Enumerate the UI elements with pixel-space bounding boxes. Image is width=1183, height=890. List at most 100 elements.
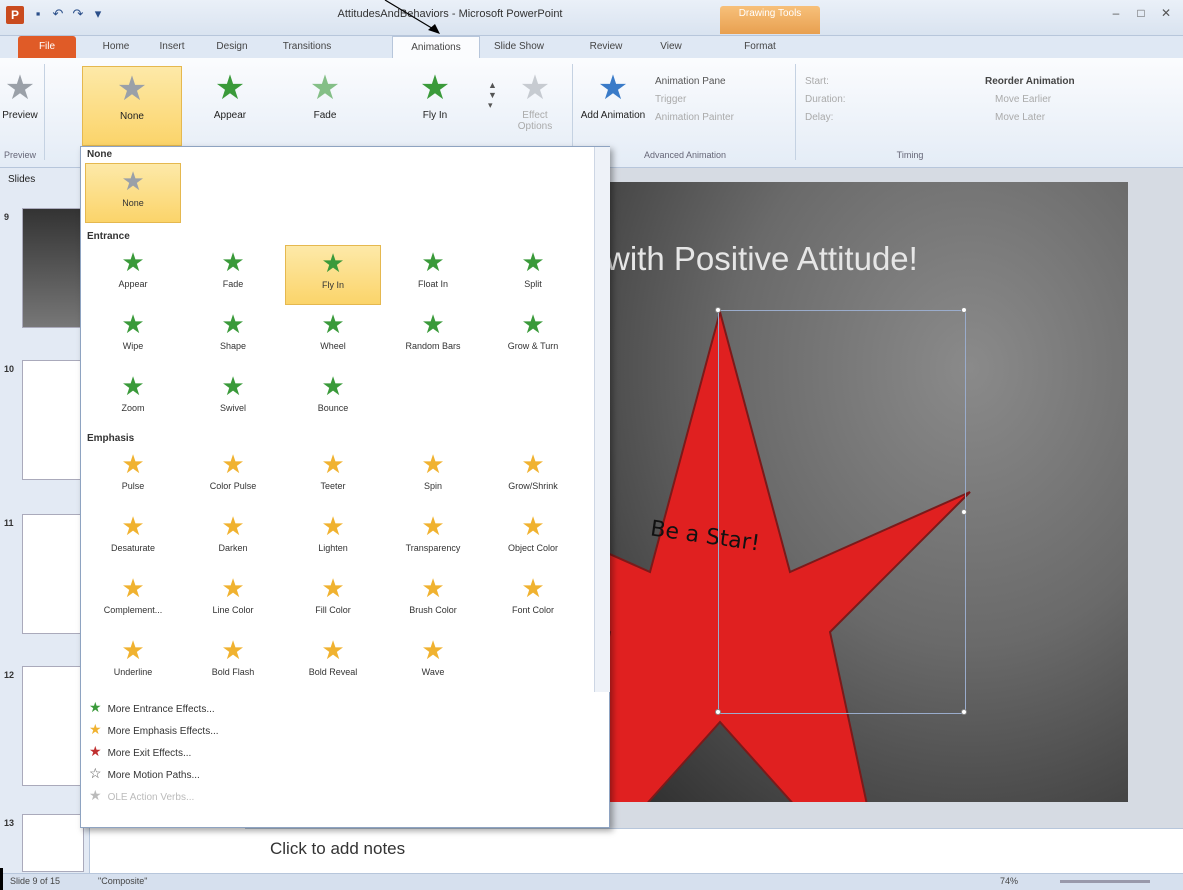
more-effects-link[interactable]: ★ More Entrance Effects... [89, 697, 215, 717]
slide-thumbnail[interactable] [22, 666, 84, 786]
gallery-item-bold-flash[interactable]: ★ Bold Flash [185, 633, 281, 693]
gallery-item-grow-shrink[interactable]: ★ Grow/Shrink [485, 447, 581, 507]
gallery-item-lighten[interactable]: ★ Lighten [285, 509, 381, 569]
gallery-item-swivel[interactable]: ★ Swivel [185, 369, 281, 429]
preview-button[interactable]: ★ Preview [0, 66, 40, 146]
ribbon-gallery-appear[interactable]: ★ Appear [190, 66, 270, 146]
gallery-item-color-pulse[interactable]: ★ Color Pulse [185, 447, 281, 507]
notes-placeholder[interactable]: Click to add notes [270, 839, 405, 859]
redo-icon[interactable]: ↷ [70, 6, 86, 22]
fly-in-star-icon: ★ [419, 69, 451, 107]
resize-handle[interactable] [961, 509, 967, 515]
tab-insert[interactable]: Insert [146, 36, 198, 58]
gallery-item-label: Grow & Turn [507, 341, 559, 351]
effect-options-button[interactable]: ★ Effect Options [505, 66, 565, 146]
edge-mark [0, 868, 3, 890]
gallery-item-fill-color[interactable]: ★ Fill Color [285, 571, 381, 631]
effect-star-icon: ★ [321, 248, 345, 278]
resize-handle[interactable] [715, 307, 721, 313]
gallery-item-label: Fly In [422, 110, 448, 121]
slide[interactable]: with Positive Attitude! Be a Star! [600, 182, 1128, 802]
ribbon-gallery-fly-in[interactable]: ★ Fly In [400, 66, 470, 146]
tab-animations[interactable]: Animations [392, 36, 480, 58]
duration-field[interactable]: Duration: [805, 92, 846, 108]
tab-file[interactable]: File [18, 36, 76, 58]
slide-thumbnail[interactable] [22, 814, 84, 872]
gallery-item-label: None [122, 198, 144, 208]
slide-number: 10 [4, 364, 15, 374]
zoom-level[interactable]: 74% [1000, 876, 1018, 886]
more-effects-link[interactable]: ★ OLE Action Verbs... [89, 785, 194, 805]
gallery-item-grow-turn[interactable]: ★ Grow & Turn [485, 307, 581, 367]
gallery-scrollbar[interactable] [594, 147, 610, 692]
gallery-item-fade[interactable]: ★ Fade [185, 245, 281, 305]
gallery-item-underline[interactable]: ★ Underline [85, 633, 181, 693]
move-later-button[interactable]: Move Later [995, 110, 1045, 126]
zoom-slider[interactable] [1060, 880, 1150, 883]
more-effects-link[interactable]: ★ More Exit Effects... [89, 741, 191, 761]
resize-handle[interactable] [961, 307, 967, 313]
gallery-item-appear[interactable]: ★ Appear [85, 245, 181, 305]
gallery-item-zoom[interactable]: ★ Zoom [85, 369, 181, 429]
maximize-icon[interactable]: □ [1130, 6, 1152, 22]
slides-tab[interactable]: Slides [8, 174, 35, 185]
gallery-item-desaturate[interactable]: ★ Desaturate [85, 509, 181, 569]
gallery-item-complement[interactable]: ★ Complement... [85, 571, 181, 631]
undo-icon[interactable]: ↶ [50, 6, 66, 22]
gallery-item-wheel[interactable]: ★ Wheel [285, 307, 381, 367]
effect-star-icon: ★ [121, 247, 145, 277]
tab-view[interactable]: View [648, 36, 694, 58]
animation-painter-button[interactable]: Animation Painter [655, 110, 734, 126]
resize-handle[interactable] [715, 709, 721, 715]
gallery-item-none[interactable]: ★ None [85, 163, 181, 223]
delay-field[interactable]: Delay: [805, 110, 833, 126]
customize-qat-icon[interactable]: ▾ [90, 6, 106, 22]
start-field[interactable]: Start: [805, 74, 829, 90]
gallery-item-bold-reveal[interactable]: ★ Bold Reveal [285, 633, 381, 693]
tab-format[interactable]: Format [730, 36, 790, 58]
notes-pane[interactable]: Click to add notes [245, 828, 1183, 873]
slide-thumbnail[interactable] [22, 514, 84, 634]
gallery-item-font-color[interactable]: ★ Font Color [485, 571, 581, 631]
animation-pane-button[interactable]: Animation Pane [655, 74, 726, 90]
gallery-item-darken[interactable]: ★ Darken [185, 509, 281, 569]
more-effects-label: More Exit Effects... [107, 748, 192, 759]
more-effects-link[interactable]: ★ More Emphasis Effects... [89, 719, 219, 739]
gallery-item-transparency[interactable]: ★ Transparency [385, 509, 481, 569]
none-star-icon: ★ [116, 70, 148, 108]
gallery-item-fly-in[interactable]: ★ Fly In [285, 245, 381, 305]
gallery-item-line-color[interactable]: ★ Line Color [185, 571, 281, 631]
gallery-item-split[interactable]: ★ Split [485, 245, 581, 305]
gallery-item-random-bars[interactable]: ★ Random Bars [385, 307, 481, 367]
gallery-item-bounce[interactable]: ★ Bounce [285, 369, 381, 429]
gallery-item-brush-color[interactable]: ★ Brush Color [385, 571, 481, 631]
tab-slide-show[interactable]: Slide Show [484, 36, 554, 58]
gallery-scroll-icon[interactable]: ▲ ▼ ▾ [488, 80, 497, 111]
gallery-item-wave[interactable]: ★ Wave [385, 633, 481, 693]
slide-title[interactable]: with Positive Attitude! [606, 240, 918, 278]
ribbon-gallery-fade[interactable]: ★ Fade [290, 66, 360, 146]
minimize-icon[interactable]: – [1105, 6, 1127, 22]
slide-thumbnail[interactable] [22, 208, 84, 328]
gallery-item-spin[interactable]: ★ Spin [385, 447, 481, 507]
gallery-item-label: Font Color [511, 605, 555, 615]
trigger-button[interactable]: Trigger [655, 92, 686, 108]
save-icon[interactable]: ▪ [30, 6, 46, 22]
close-icon[interactable]: ✕ [1155, 6, 1177, 22]
resize-handle[interactable] [961, 709, 967, 715]
gallery-item-shape[interactable]: ★ Shape [185, 307, 281, 367]
tab-transitions[interactable]: Transitions [268, 36, 346, 58]
add-animation-button[interactable]: ★ Add Animation [578, 66, 648, 146]
gallery-item-object-color[interactable]: ★ Object Color [485, 509, 581, 569]
tab-home[interactable]: Home [92, 36, 140, 58]
gallery-item-float-in[interactable]: ★ Float In [385, 245, 481, 305]
gallery-item-pulse[interactable]: ★ Pulse [85, 447, 181, 507]
move-earlier-button[interactable]: Move Earlier [995, 92, 1051, 108]
gallery-item-teeter[interactable]: ★ Teeter [285, 447, 381, 507]
gallery-item-wipe[interactable]: ★ Wipe [85, 307, 181, 367]
tab-review[interactable]: Review [580, 36, 632, 58]
tab-design[interactable]: Design [206, 36, 258, 58]
more-effects-link[interactable]: ☆ More Motion Paths... [89, 763, 200, 783]
slide-thumbnail[interactable] [22, 360, 84, 480]
ribbon-gallery-none[interactable]: ★ None [82, 66, 182, 146]
